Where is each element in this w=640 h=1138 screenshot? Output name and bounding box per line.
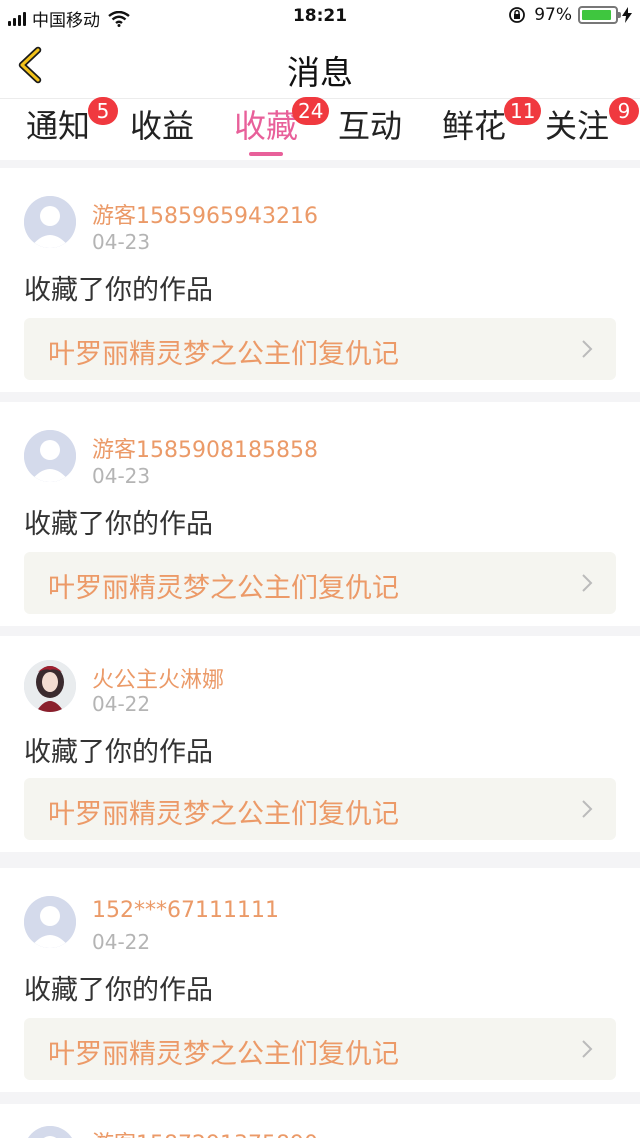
tab-notifications[interactable]: 通知 5	[26, 97, 118, 155]
tab-flowers[interactable]: 鲜花 11	[442, 97, 542, 155]
tab-earnings[interactable]: 收益	[130, 105, 194, 155]
chevron-right-icon	[582, 1040, 593, 1058]
tab-label: 收藏	[234, 107, 299, 145]
profile-photo-avatar[interactable]	[24, 660, 76, 712]
default-avatar-icon[interactable]	[24, 1126, 76, 1138]
timestamp: 04-22	[92, 692, 151, 716]
unread-badge: 24	[292, 97, 330, 125]
work-link[interactable]: 叶罗丽精灵梦之公主们复仇记	[24, 318, 616, 380]
tab-label: 鲜花	[442, 107, 507, 145]
list-item: 游客1585965943216 04-23 收藏了你的作品 叶罗丽精灵梦之公主们…	[0, 168, 640, 392]
tab-label: 收益	[130, 107, 195, 145]
action-text: 收藏了你的作品	[24, 737, 213, 768]
list-item: 游客1587291375890	[0, 1104, 640, 1138]
timestamp: 04-23	[92, 464, 151, 488]
chevron-right-icon	[582, 574, 593, 592]
unread-badge: 11	[504, 97, 542, 125]
list-item: 游客1585908185858 04-23 收藏了你的作品 叶罗丽精灵梦之公主们…	[0, 402, 640, 626]
chevron-right-icon	[582, 800, 593, 818]
tab-label: 关注	[545, 107, 610, 145]
unread-badge: 5	[88, 97, 118, 125]
tab-follows[interactable]: 关注 9	[545, 97, 639, 155]
work-link[interactable]: 叶罗丽精灵梦之公主们复仇记	[24, 1018, 616, 1080]
work-title: 叶罗丽精灵梦之公主们复仇记	[48, 799, 399, 830]
work-link[interactable]: 叶罗丽精灵梦之公主们复仇记	[24, 778, 616, 840]
battery-icon	[578, 6, 621, 24]
battery-percent: 97%	[534, 5, 572, 25]
action-text: 收藏了你的作品	[24, 275, 213, 306]
work-title: 叶罗丽精灵梦之公主们复仇记	[48, 573, 399, 604]
work-link[interactable]: 叶罗丽精灵梦之公主们复仇记	[24, 552, 616, 614]
action-text: 收藏了你的作品	[24, 509, 213, 540]
tab-favorites[interactable]: 收藏 24	[234, 97, 330, 156]
username[interactable]: 游客1585908185858	[92, 432, 318, 464]
tab-interactions[interactable]: 互动	[338, 105, 402, 155]
username[interactable]: 火公主火淋娜	[92, 662, 224, 694]
work-title: 叶罗丽精灵梦之公主们复仇记	[48, 1039, 399, 1070]
active-tab-indicator	[249, 152, 283, 156]
username[interactable]: 游客1587291375890	[92, 1126, 318, 1138]
default-avatar-icon[interactable]	[24, 430, 76, 482]
status-bar: 中国移动 18:21 97%	[0, 0, 640, 32]
nav-header: 消息	[0, 32, 640, 98]
username[interactable]: 游客1585965943216	[92, 198, 318, 230]
charging-bolt-icon	[622, 7, 632, 23]
tab-label: 互动	[338, 107, 403, 145]
list-item: 152***67111111 04-22 收藏了你的作品 叶罗丽精灵梦之公主们复…	[0, 868, 640, 1092]
chevron-right-icon	[582, 340, 593, 358]
action-text: 收藏了你的作品	[24, 975, 213, 1006]
username[interactable]: 152***67111111	[92, 898, 279, 923]
default-avatar-icon[interactable]	[24, 896, 76, 948]
default-avatar-icon[interactable]	[24, 196, 76, 248]
tab-bar: 通知 5 收益 收藏 24 互动 鲜花 11 关注 9	[0, 97, 640, 160]
timestamp: 04-22	[92, 930, 151, 954]
tab-label: 通知	[26, 107, 91, 145]
rotation-lock-icon	[509, 7, 526, 23]
list-item: 火公主火淋娜 04-22 收藏了你的作品 叶罗丽精灵梦之公主们复仇记	[0, 636, 640, 852]
work-title: 叶罗丽精灵梦之公主们复仇记	[48, 339, 399, 370]
timestamp: 04-23	[92, 230, 151, 254]
unread-badge: 9	[609, 97, 639, 125]
page-title: 消息	[287, 53, 353, 92]
